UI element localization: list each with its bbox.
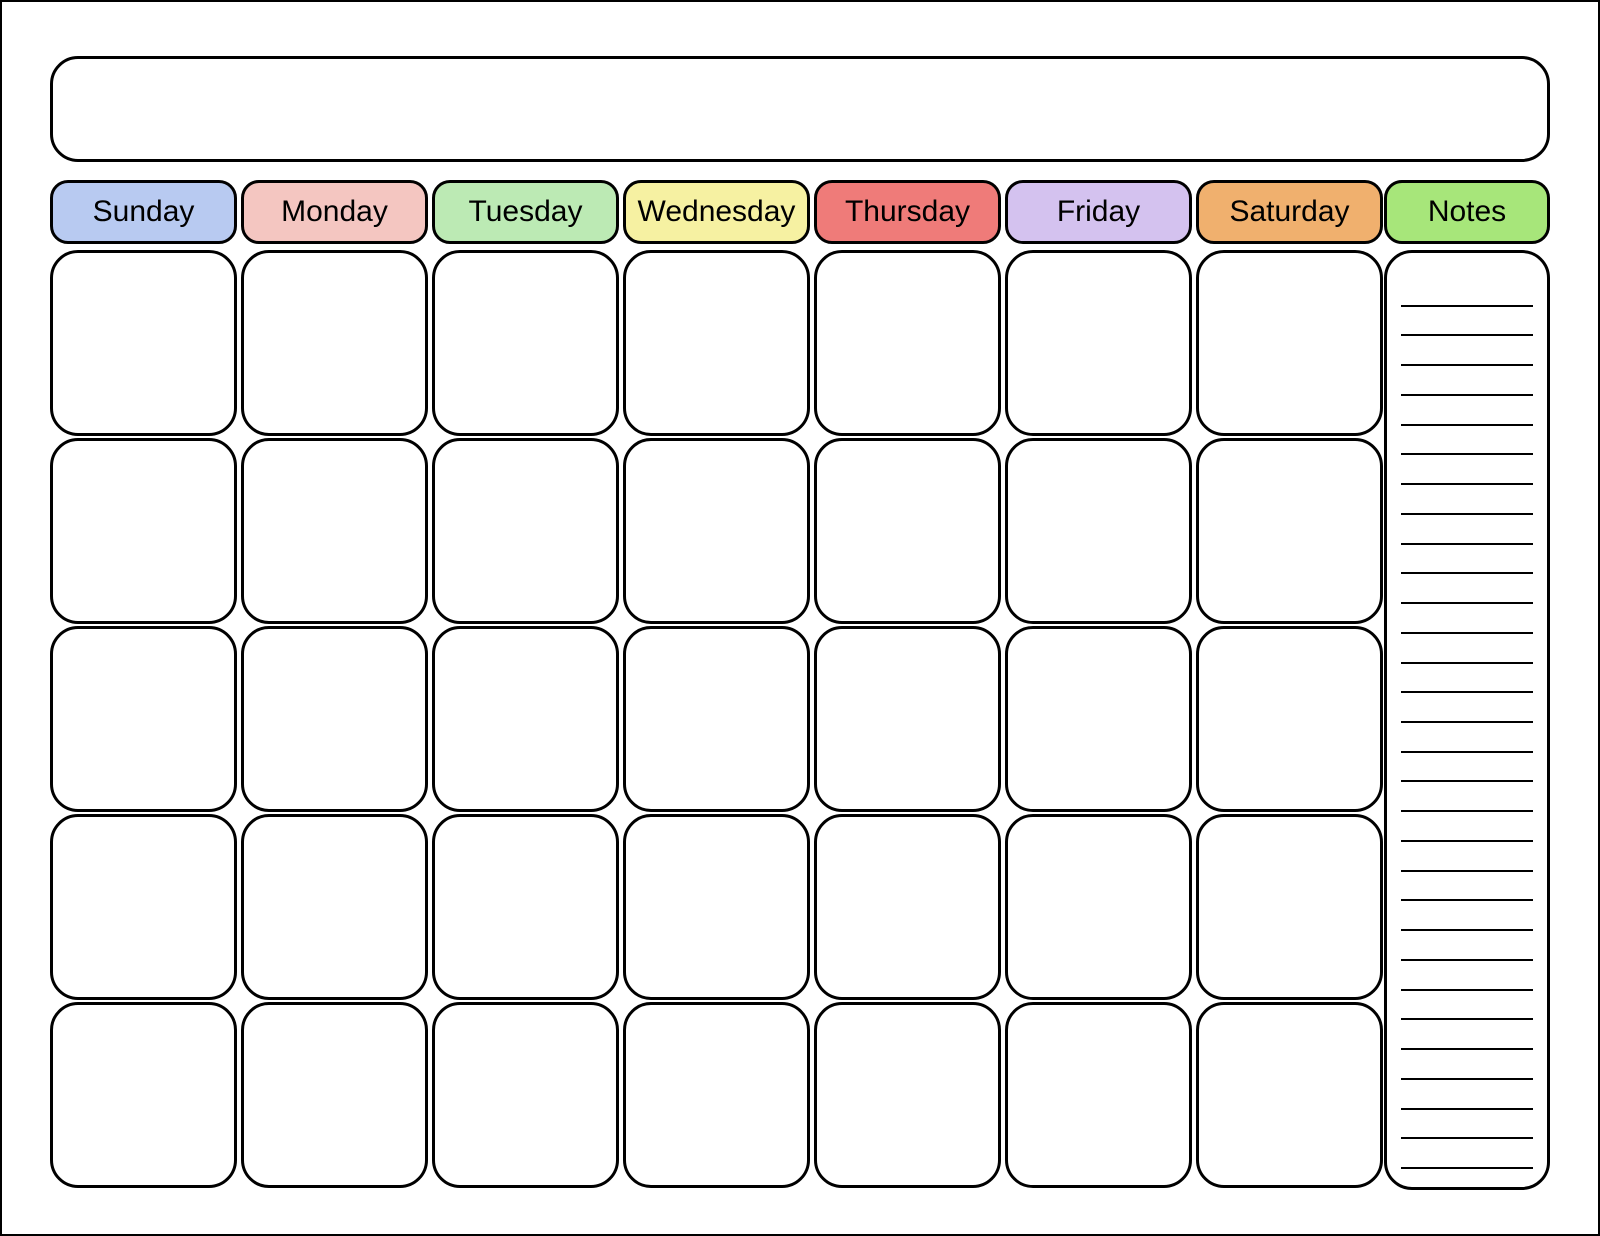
- calendar-cell[interactable]: [432, 250, 619, 436]
- note-line[interactable]: [1401, 396, 1533, 426]
- note-line[interactable]: [1401, 1110, 1533, 1140]
- notes-header: Notes: [1384, 180, 1550, 244]
- note-line[interactable]: [1401, 1139, 1533, 1169]
- calendar-cell[interactable]: [1196, 814, 1383, 1000]
- calendar-cell[interactable]: [241, 814, 428, 1000]
- calendar-cell[interactable]: [814, 626, 1001, 812]
- calendar-cell[interactable]: [623, 1002, 810, 1188]
- calendar-cell[interactable]: [50, 814, 237, 1000]
- calendar-cell[interactable]: [623, 438, 810, 624]
- calendar-cell[interactable]: [241, 250, 428, 436]
- calendar-row: [50, 1002, 1384, 1190]
- calendar-cell[interactable]: [241, 438, 428, 624]
- note-line[interactable]: [1401, 485, 1533, 515]
- day-header-wednesday: Wednesday: [623, 180, 810, 244]
- calendar-row: [50, 814, 1384, 1002]
- note-line[interactable]: [1401, 753, 1533, 783]
- calendar-cell[interactable]: [623, 626, 810, 812]
- calendar-cell[interactable]: [623, 814, 810, 1000]
- day-header-tuesday: Tuesday: [432, 180, 619, 244]
- calendar-cell[interactable]: [432, 1002, 619, 1188]
- note-line[interactable]: [1401, 812, 1533, 842]
- calendar-cell[interactable]: [1005, 250, 1192, 436]
- calendar-row: [50, 438, 1384, 626]
- calendar-cell[interactable]: [50, 250, 237, 436]
- calendar-grid: [50, 250, 1384, 1190]
- calendar-cell[interactable]: [814, 250, 1001, 436]
- calendar-cell[interactable]: [50, 438, 237, 624]
- note-line[interactable]: [1401, 1020, 1533, 1050]
- note-line[interactable]: [1401, 426, 1533, 456]
- note-line[interactable]: [1401, 961, 1533, 991]
- calendar-cell[interactable]: [1005, 626, 1192, 812]
- day-header-saturday: Saturday: [1196, 180, 1383, 244]
- calendar-column: Sunday Monday Tuesday Wednesday Thursday…: [50, 180, 1384, 1190]
- note-line[interactable]: [1401, 1050, 1533, 1080]
- note-line[interactable]: [1401, 336, 1533, 366]
- note-line[interactable]: [1401, 931, 1533, 961]
- note-line[interactable]: [1401, 991, 1533, 1021]
- calendar-cell[interactable]: [241, 1002, 428, 1188]
- calendar-cell[interactable]: [814, 438, 1001, 624]
- note-line[interactable]: [1401, 693, 1533, 723]
- note-line[interactable]: [1401, 723, 1533, 753]
- calendar-cell[interactable]: [432, 626, 619, 812]
- note-line[interactable]: [1401, 574, 1533, 604]
- notes-column: Notes: [1384, 180, 1550, 1190]
- note-line[interactable]: [1401, 545, 1533, 575]
- note-line[interactable]: [1401, 1080, 1533, 1110]
- note-line[interactable]: [1401, 366, 1533, 396]
- note-line[interactable]: [1401, 872, 1533, 902]
- calendar-cell[interactable]: [50, 1002, 237, 1188]
- note-line[interactable]: [1401, 604, 1533, 634]
- note-line[interactable]: [1401, 515, 1533, 545]
- calendar-cell[interactable]: [814, 1002, 1001, 1188]
- calendar-cell[interactable]: [432, 438, 619, 624]
- note-line[interactable]: [1401, 307, 1533, 337]
- calendar-row: [50, 626, 1384, 814]
- note-line[interactable]: [1401, 455, 1533, 485]
- calendar-cell[interactable]: [1196, 626, 1383, 812]
- calendar-cell[interactable]: [623, 250, 810, 436]
- calendar-cell[interactable]: [1196, 250, 1383, 436]
- content: Sunday Monday Tuesday Wednesday Thursday…: [50, 180, 1550, 1190]
- day-header-sunday: Sunday: [50, 180, 237, 244]
- note-line[interactable]: [1401, 782, 1533, 812]
- day-header-monday: Monday: [241, 180, 428, 244]
- calendar-cell[interactable]: [1196, 1002, 1383, 1188]
- calendar-page: Sunday Monday Tuesday Wednesday Thursday…: [0, 0, 1600, 1236]
- day-headers: Sunday Monday Tuesday Wednesday Thursday…: [50, 180, 1384, 244]
- calendar-cell[interactable]: [50, 626, 237, 812]
- note-line[interactable]: [1401, 842, 1533, 872]
- calendar-row: [50, 250, 1384, 438]
- title-box[interactable]: [50, 56, 1550, 162]
- note-line[interactable]: [1401, 664, 1533, 694]
- calendar-cell[interactable]: [1005, 1002, 1192, 1188]
- note-line[interactable]: [1401, 277, 1533, 307]
- note-line[interactable]: [1401, 634, 1533, 664]
- day-header-friday: Friday: [1005, 180, 1192, 244]
- day-header-thursday: Thursday: [814, 180, 1001, 244]
- note-line[interactable]: [1401, 901, 1533, 931]
- calendar-cell[interactable]: [432, 814, 619, 1000]
- calendar-cell[interactable]: [1196, 438, 1383, 624]
- calendar-cell[interactable]: [241, 626, 428, 812]
- notes-body[interactable]: [1384, 250, 1550, 1190]
- calendar-cell[interactable]: [1005, 438, 1192, 624]
- calendar-cell[interactable]: [1005, 814, 1192, 1000]
- calendar-cell[interactable]: [814, 814, 1001, 1000]
